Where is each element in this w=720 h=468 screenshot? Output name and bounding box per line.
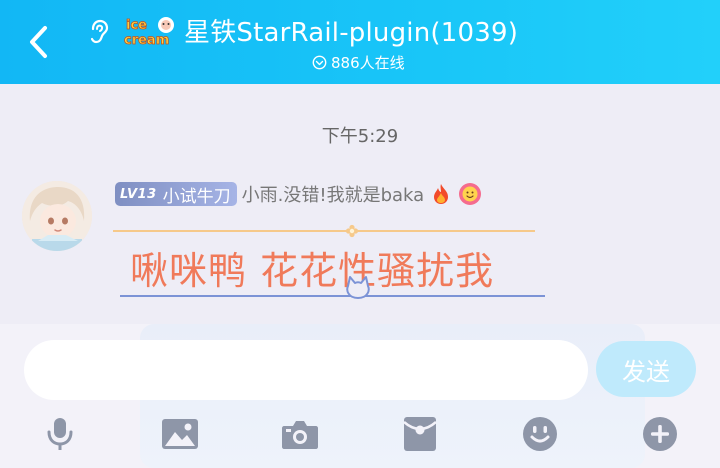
send-button[interactable]: 发送	[596, 341, 696, 397]
cat-icon	[346, 276, 370, 299]
flower-icon	[345, 224, 359, 238]
chat-area: 下午5:29 LV13 小试牛刀 小雨.没错!我就是baka 啾咪鸭 花花性骚扰…	[0, 84, 720, 324]
ear-icon[interactable]	[86, 18, 112, 46]
level-badge[interactable]: LV13 小试牛刀	[115, 182, 237, 207]
voice-button[interactable]	[40, 414, 80, 454]
smile-flower-icon	[459, 183, 482, 205]
chevron-left-icon	[30, 26, 47, 58]
svg-text:cream: cream	[124, 33, 169, 48]
chat-header: ice cream 星铁StarRail-plugin(1039) 886人在线	[0, 0, 720, 84]
bubble-bottom-border	[120, 295, 545, 297]
bubble-top-border	[113, 230, 535, 232]
sender-row: LV13 小试牛刀 小雨.没错!我就是baka	[115, 181, 482, 207]
input-area: 发送	[0, 324, 720, 468]
camera-button[interactable]	[280, 414, 320, 454]
image-button[interactable]	[160, 414, 200, 454]
message-input[interactable]	[24, 340, 588, 400]
red-packet-icon	[403, 417, 437, 451]
back-button[interactable]	[20, 22, 56, 62]
more-button[interactable]	[640, 414, 680, 454]
camera-icon	[282, 421, 318, 449]
chat-title[interactable]: 星铁StarRail-plugin(1039)	[184, 12, 518, 49]
fire-icon	[434, 184, 449, 204]
message-text[interactable]: 啾咪鸭 花花性骚扰我	[130, 240, 494, 295]
input-toolbar	[0, 414, 720, 454]
plus-icon	[643, 417, 677, 451]
group-logo: ice cream	[124, 17, 174, 48]
image-icon	[162, 419, 198, 449]
level-title: 小试牛刀	[162, 186, 231, 207]
online-count[interactable]: 886人在线	[312, 52, 405, 73]
red-packet-button[interactable]	[400, 414, 440, 454]
message-timestamp: 下午5:29	[321, 126, 399, 147]
sender-name[interactable]: 小雨.没错!我就是baka	[242, 181, 425, 207]
svg-text:ice: ice	[126, 18, 147, 33]
chevron-circle-icon	[312, 55, 327, 70]
level-number: LV13	[120, 186, 157, 202]
avatar-image	[22, 181, 92, 251]
microphone-icon	[47, 418, 73, 450]
avatar[interactable]	[22, 181, 92, 251]
emoji-button[interactable]	[520, 414, 560, 454]
online-text: 886人在线	[331, 54, 405, 72]
emoji-icon	[523, 417, 557, 451]
